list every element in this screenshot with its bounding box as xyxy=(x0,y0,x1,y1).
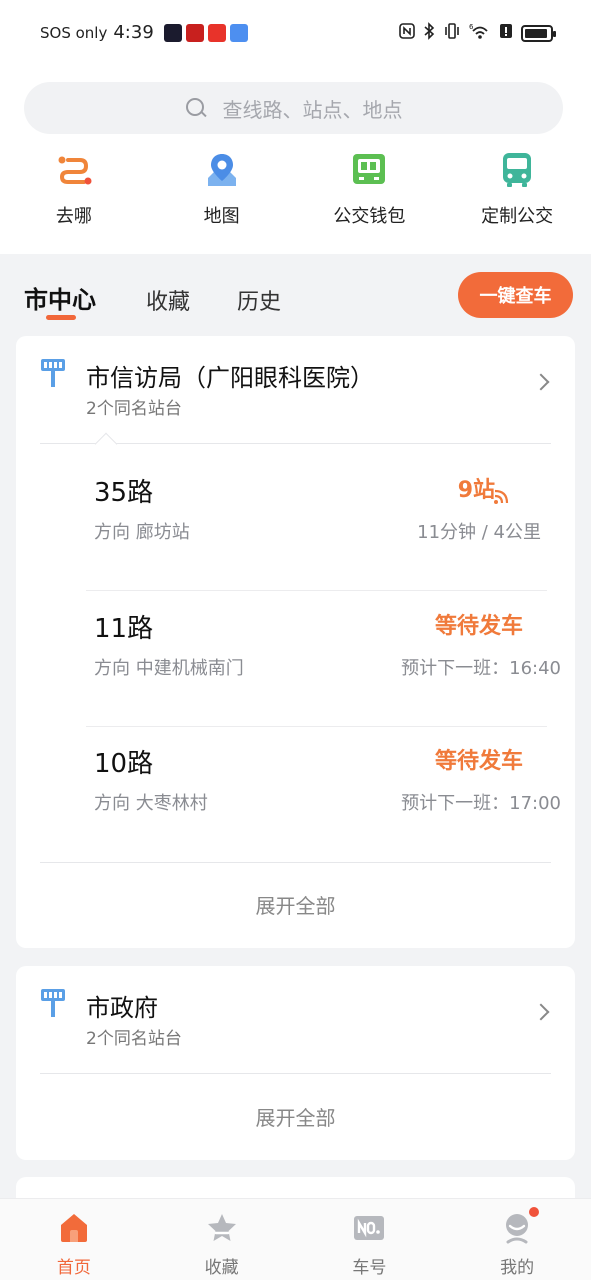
route-icon xyxy=(54,150,94,190)
route-status: 等待发车 xyxy=(434,749,523,774)
app-notification-icon xyxy=(163,23,182,42)
nfc-icon xyxy=(399,23,415,43)
route-separator xyxy=(86,590,547,591)
station-header[interactable]: 市信访局（广阳眼科医院） 2个同名站台 xyxy=(16,336,575,444)
wifi-icon: 6 xyxy=(469,22,491,44)
tab-city-center[interactable]: 市中心 xyxy=(24,280,96,315)
vibrate-icon xyxy=(443,23,461,43)
status-time: 4:39 xyxy=(113,22,154,43)
route-eta: 预计下一班：17:00 xyxy=(401,793,561,814)
route-direction: 方向 大枣林村 xyxy=(94,793,208,814)
station-subtitle: 2个同名站台 xyxy=(86,1029,182,1049)
nav-home[interactable]: 首页 xyxy=(0,1199,148,1280)
quick-action-wallet[interactable]: 公交钱包 xyxy=(296,150,444,240)
app-notification-icon xyxy=(229,23,248,42)
divider xyxy=(40,862,551,863)
station-tabs: 市中心 收藏 历史 一键查车 xyxy=(0,262,591,332)
notification-dot xyxy=(529,1207,540,1217)
realtime-signal-icon xyxy=(492,488,510,506)
chevron-right-icon xyxy=(532,1003,550,1021)
active-tab-indicator xyxy=(46,315,76,320)
app-notification-icon xyxy=(185,23,204,42)
nav-bus-number[interactable]: 车号 xyxy=(296,1199,444,1280)
expand-all-button[interactable]: 展开全部 xyxy=(16,1102,575,1131)
status-right: 6 xyxy=(399,22,556,44)
route-status: 等待发车 xyxy=(434,614,523,639)
nav-favorites[interactable]: 收藏 xyxy=(148,1199,296,1280)
divider xyxy=(40,1073,551,1074)
quick-actions: 去哪 地图 公交钱包 定制公交 xyxy=(0,150,591,240)
carrier-text: SOS only xyxy=(40,23,108,42)
route-direction: 方向 廊坊站 xyxy=(94,522,190,543)
route-direction: 方向 中建机械南门 xyxy=(94,658,244,679)
bus-wallet-icon xyxy=(349,150,389,190)
alert-icon xyxy=(499,23,513,43)
nav-label: 我的 xyxy=(500,1258,535,1278)
station-name: 市政府 xyxy=(86,994,158,1022)
station-card: 市信访局（广阳眼科医院） 2个同名站台 35路 方向 廊坊站 9站 11分钟 /… xyxy=(16,336,575,948)
route-status: 9站 xyxy=(457,478,495,503)
nav-label: 收藏 xyxy=(204,1258,239,1278)
route-name: 10路 xyxy=(94,749,154,779)
search-icon xyxy=(185,97,207,119)
expand-all-button[interactable]: 展开全部 xyxy=(16,890,575,919)
top-area: SOS only 4:39 6 查线路、站点、地点 去哪 地图 公交钱包 定制公… xyxy=(0,0,591,254)
route-name: 11路 xyxy=(94,614,154,644)
chevron-right-icon xyxy=(532,373,550,391)
station-subtitle: 2个同名站台 xyxy=(86,399,182,419)
quick-action-label: 公交钱包 xyxy=(333,206,406,227)
route-name: 35路 xyxy=(94,478,154,508)
tab-history[interactable]: 历史 xyxy=(237,284,281,316)
check-bus-button[interactable]: 一键查车 xyxy=(458,272,573,318)
route-eta: 11分钟 / 4公里 xyxy=(417,522,541,543)
route-row[interactable]: 35路 方向 廊坊站 9站 11分钟 / 4公里 xyxy=(16,456,575,591)
quick-action-label: 定制公交 xyxy=(481,206,554,227)
bus-stop-icon xyxy=(40,358,66,388)
route-eta: 预计下一班：16:40 xyxy=(401,658,561,679)
tab-favorites[interactable]: 收藏 xyxy=(146,284,190,316)
search-bar[interactable]: 查线路、站点、地点 xyxy=(24,82,563,134)
bus-number-icon xyxy=(352,1211,386,1245)
nav-label: 首页 xyxy=(56,1258,91,1278)
star-icon xyxy=(205,1211,239,1245)
route-row[interactable]: 10路 方向 大枣林村 等待发车 预计下一班：17:00 xyxy=(16,727,575,862)
status-left: SOS only 4:39 xyxy=(40,22,248,43)
route-row[interactable]: 11路 方向 中建机械南门 等待发车 预计下一班：16:40 xyxy=(16,592,575,727)
quick-action-label: 去哪 xyxy=(55,206,92,227)
home-icon xyxy=(57,1211,91,1245)
status-bar: SOS only 4:39 6 xyxy=(0,0,591,66)
quick-action-map[interactable]: 地图 xyxy=(148,150,296,240)
battery-icon xyxy=(521,24,556,42)
station-name: 市信访局（广阳眼科医院） xyxy=(86,364,374,392)
profile-icon xyxy=(500,1211,534,1245)
notification-app-icons xyxy=(163,23,248,42)
app-notification-icon xyxy=(207,23,226,42)
search-placeholder: 查线路、站点、地点 xyxy=(222,97,403,122)
map-pin-icon xyxy=(202,150,242,190)
nav-label: 车号 xyxy=(352,1258,387,1278)
quick-action-custom-bus[interactable]: 定制公交 xyxy=(443,150,591,240)
station-card: 市政府 2个同名站台 展开全部 xyxy=(16,966,575,1160)
station-header[interactable]: 市政府 2个同名站台 xyxy=(16,966,575,1074)
bluetooth-icon xyxy=(423,22,435,44)
quick-action-label: 地图 xyxy=(203,206,240,227)
quick-action-go[interactable]: 去哪 xyxy=(0,150,148,240)
bottom-nav: 首页 收藏 车号 我的 xyxy=(0,1198,591,1280)
bus-icon xyxy=(497,150,537,190)
bus-stop-icon xyxy=(40,988,66,1018)
nav-profile[interactable]: 我的 xyxy=(443,1199,591,1280)
